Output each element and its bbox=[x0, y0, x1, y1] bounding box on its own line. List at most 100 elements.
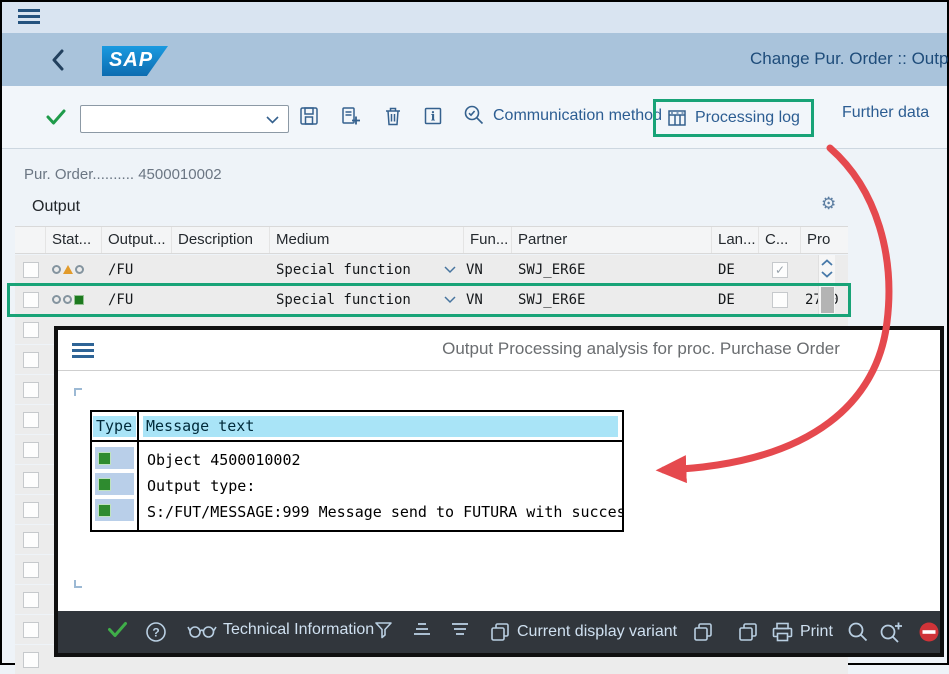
back-chevron-icon[interactable] bbox=[50, 49, 66, 71]
help-button[interactable]: ? bbox=[145, 621, 167, 643]
success-square-icon bbox=[98, 451, 111, 465]
table-settings-gear-icon[interactable]: ⚙ bbox=[821, 194, 836, 214]
cell-partner: SWJ_ER6E bbox=[518, 261, 586, 278]
row-checkbox[interactable] bbox=[22, 441, 39, 458]
status-warning-triangle-icon bbox=[63, 265, 73, 274]
print-label: Print bbox=[800, 623, 833, 640]
success-square-icon bbox=[98, 503, 111, 517]
col-pro[interactable]: Pro bbox=[801, 227, 848, 253]
row-checkbox[interactable] bbox=[22, 351, 39, 368]
screen-area-corner-mark bbox=[74, 580, 82, 588]
popup-titlebar: Output Processing analysis for proc. Pur… bbox=[58, 330, 940, 371]
row-highlight-annotation bbox=[7, 283, 851, 317]
main-toolbar: i Communication method Processing log Fu… bbox=[2, 86, 947, 149]
printer-icon bbox=[771, 621, 794, 643]
find-next-button[interactable] bbox=[879, 621, 903, 643]
output-section-title: Output bbox=[32, 198, 81, 215]
row-checkbox[interactable] bbox=[22, 261, 39, 278]
type-cell[interactable] bbox=[95, 499, 134, 521]
message-line: S:/FUT/MESSAGE:999 Message send to FUTUR… bbox=[147, 503, 622, 521]
col-language[interactable]: Lan... bbox=[712, 227, 759, 253]
copy-button[interactable] bbox=[692, 621, 714, 643]
row-checkbox[interactable] bbox=[22, 381, 39, 398]
menu-hamburger-icon[interactable] bbox=[18, 9, 40, 25]
col-description[interactable]: Description bbox=[172, 227, 270, 253]
sap-change-purchase-order-screen: { "app": { "header": { "title": "Change … bbox=[0, 0, 949, 674]
cell-medium: Special function bbox=[276, 261, 411, 278]
glasses-icon bbox=[187, 622, 217, 639]
cell-description bbox=[172, 255, 270, 284]
row-checkbox[interactable] bbox=[22, 501, 39, 518]
filter-button[interactable] bbox=[374, 621, 393, 639]
type-cell[interactable] bbox=[95, 473, 134, 495]
current-display-variant-button[interactable]: Current display variant bbox=[489, 621, 677, 643]
chevron-down-icon[interactable] bbox=[266, 116, 279, 124]
row-checkbox[interactable] bbox=[22, 651, 39, 668]
processing-log-table-icon bbox=[667, 109, 687, 127]
select-all-column[interactable] bbox=[15, 227, 46, 253]
magnifier-check-icon bbox=[463, 104, 486, 127]
row-checkbox[interactable] bbox=[22, 321, 39, 338]
confirm-check-icon[interactable] bbox=[46, 109, 66, 125]
communication-method-button[interactable]: Communication method bbox=[463, 104, 662, 127]
popup-hamburger-icon[interactable] bbox=[72, 343, 94, 358]
row-checkbox[interactable] bbox=[22, 621, 39, 638]
col-function[interactable]: Fun... bbox=[464, 227, 512, 253]
svg-text:i: i bbox=[431, 110, 436, 124]
row-checkbox[interactable] bbox=[22, 531, 39, 548]
table-row[interactable]: /FU Special function VN SWJ_ER6E DE ✓ bbox=[15, 255, 848, 284]
technical-information-button[interactable]: Technical Information bbox=[187, 621, 374, 639]
stop-sign-icon bbox=[918, 621, 940, 643]
col-status[interactable]: Stat... bbox=[46, 227, 102, 253]
processing-log-button[interactable]: Processing log bbox=[653, 99, 814, 137]
sap-logo: SAP bbox=[102, 46, 168, 76]
medium-dropdown-chevron-icon[interactable] bbox=[444, 265, 456, 274]
sort-descending-button[interactable] bbox=[450, 621, 470, 637]
col-output-type[interactable]: Output... bbox=[102, 227, 172, 253]
col-medium[interactable]: Medium bbox=[270, 227, 464, 253]
cancel-stop-button[interactable]: C bbox=[918, 621, 940, 643]
command-input[interactable] bbox=[85, 108, 260, 130]
popup-title: Output Processing analysis for proc. Pur… bbox=[442, 339, 840, 358]
technical-information-label: Technical Information bbox=[223, 621, 375, 638]
col-partner[interactable]: Partner bbox=[512, 227, 712, 253]
info-button[interactable]: i bbox=[422, 105, 446, 129]
message-table-body: Object 4500010002 Output type: S:/FUT/ME… bbox=[92, 442, 622, 530]
delete-trash-button[interactable] bbox=[382, 105, 406, 129]
continue-check-button[interactable] bbox=[107, 621, 128, 638]
command-combobox[interactable] bbox=[80, 105, 289, 133]
save-button[interactable] bbox=[298, 105, 322, 129]
print-button[interactable]: Print bbox=[771, 621, 833, 643]
sort-ascending-button[interactable] bbox=[412, 621, 432, 637]
status-circle-icon bbox=[75, 265, 84, 274]
copy-window-icon bbox=[489, 621, 511, 643]
col-c[interactable]: C... bbox=[759, 227, 801, 253]
row-checkbox[interactable] bbox=[22, 561, 39, 578]
row-checkbox[interactable] bbox=[22, 411, 39, 428]
popup-statusbar: ? Technical Information Current display … bbox=[58, 611, 940, 653]
screen-area-corner-mark bbox=[74, 388, 82, 396]
message-log-table: Type Message text Object 4500010002 Outp… bbox=[90, 410, 624, 532]
processing-log-label: Processing log bbox=[695, 109, 800, 126]
cell-language: DE bbox=[718, 261, 735, 278]
cell-output-type: /FU bbox=[108, 261, 134, 278]
message-line: Object 4500010002 bbox=[147, 451, 301, 469]
create-document-button[interactable] bbox=[339, 105, 363, 129]
success-square-icon bbox=[98, 477, 111, 491]
status-icons bbox=[46, 255, 102, 284]
copy-button[interactable] bbox=[737, 621, 759, 643]
row-checkbox[interactable] bbox=[22, 591, 39, 608]
find-button[interactable] bbox=[847, 621, 869, 643]
app-header: SAP Change Pur. Order :: Outp bbox=[2, 33, 949, 86]
message-lines: Object 4500010002 Output type: S:/FUT/ME… bbox=[139, 442, 622, 530]
page-title: Change Pur. Order :: Outp bbox=[750, 49, 949, 68]
top-bar bbox=[2, 2, 947, 33]
svg-text:?: ? bbox=[152, 626, 159, 640]
further-data-button[interactable]: Further data bbox=[842, 104, 929, 122]
pur-order-field: Pur. Order.......... 4500010002 bbox=[24, 166, 222, 183]
current-display-variant-label: Current display variant bbox=[517, 623, 678, 640]
row-checkbox[interactable] bbox=[22, 471, 39, 488]
scroll-down-icon bbox=[821, 271, 833, 278]
type-cell[interactable] bbox=[95, 447, 134, 469]
cell-checkbox-checked[interactable]: ✓ bbox=[772, 261, 788, 278]
